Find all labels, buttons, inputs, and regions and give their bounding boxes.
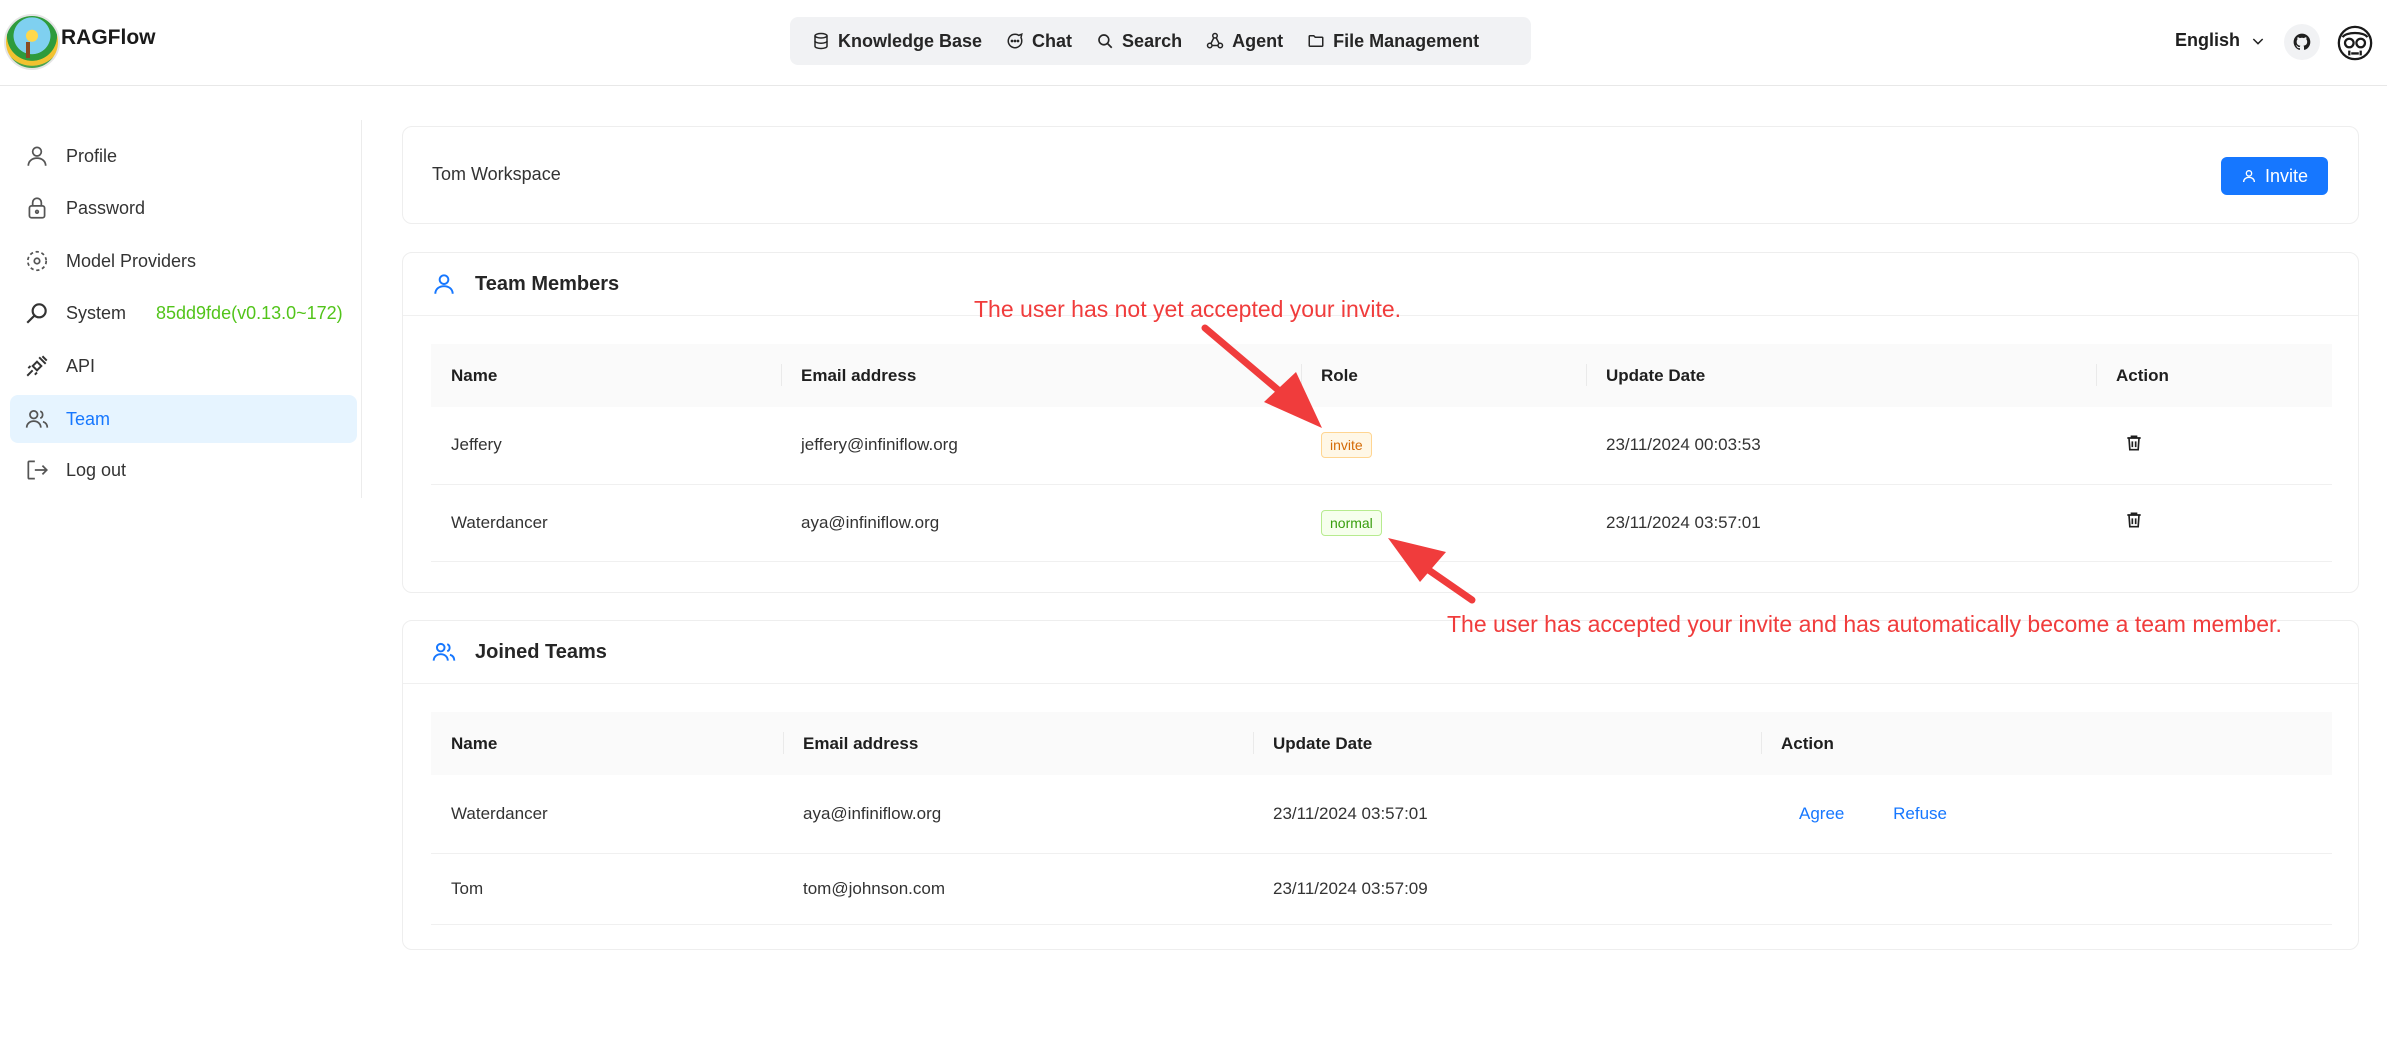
team-members-title: Team Members xyxy=(475,272,620,295)
user-icon xyxy=(434,274,454,294)
nav-search[interactable]: Search xyxy=(1086,21,1192,61)
column-header: Action xyxy=(2096,344,2332,407)
column-header: Update Date xyxy=(1253,712,1761,775)
column-header: Email address xyxy=(781,344,1301,407)
team-icon xyxy=(432,642,456,661)
github-button[interactable] xyxy=(2284,24,2320,60)
chevron-down-icon xyxy=(2252,37,2264,45)
nav-chat[interactable]: Chat xyxy=(996,21,1082,61)
team-name: Tom xyxy=(431,853,783,925)
github-icon xyxy=(2293,33,2311,50)
settings-sidebar: Profile Password Model Providers System … xyxy=(0,120,362,498)
joined-teams-table: Name Email address Update Date Action Wa… xyxy=(431,712,2332,925)
agree-link[interactable]: Agree xyxy=(1799,804,1844,823)
role-badge: invite xyxy=(1321,432,1372,459)
team-email: aya@infiniflow.org xyxy=(783,775,1253,854)
plug-icon xyxy=(26,355,48,377)
invite-button-label: Invite xyxy=(2264,165,2309,186)
model-providers-icon xyxy=(26,250,48,272)
sidebar-item-label: Profile xyxy=(66,145,118,166)
lock-icon xyxy=(28,197,46,219)
workspace-name: Tom Workspace xyxy=(432,164,561,184)
chat-bubble-icon xyxy=(1007,33,1023,49)
team-update-date: 23/11/2024 03:57:01 xyxy=(1253,775,1761,854)
sidebar-item-team[interactable]: Team xyxy=(10,395,357,443)
sidebar-item-api[interactable]: API xyxy=(10,342,357,390)
logout-icon xyxy=(27,460,48,480)
annotation-accepted: The user has accepted your invite and ha… xyxy=(1447,611,2282,637)
sidebar-item-label: Log out xyxy=(66,459,127,480)
language-selector[interactable]: English xyxy=(2175,30,2266,51)
top-navigation: Knowledge Base Chat Search Agent File Ma… xyxy=(790,17,1531,65)
column-header: Name xyxy=(431,712,783,775)
invite-button[interactable]: Invite xyxy=(2221,157,2328,195)
agent-graph-icon xyxy=(1206,32,1224,49)
database-icon xyxy=(814,32,828,50)
app-name: RAGFlow xyxy=(61,26,156,49)
table-row: Waterdancer aya@infiniflow.org 23/11/202… xyxy=(431,775,2332,854)
sidebar-item-label: API xyxy=(66,355,96,376)
team-email: tom@johnson.com xyxy=(783,853,1253,925)
nav-knowledge-base-label: Knowledge Base xyxy=(838,30,983,51)
system-search-icon xyxy=(26,303,47,324)
team-name: Waterdancer xyxy=(431,775,783,854)
table-row: Waterdancer aya@infiniflow.org normal 23… xyxy=(431,484,2332,562)
sidebar-item-model-providers[interactable]: Model Providers xyxy=(10,237,357,285)
column-header: Email address xyxy=(783,712,1253,775)
sidebar-item-logout[interactable]: Log out xyxy=(10,446,357,494)
sidebar-item-label: Model Providers xyxy=(66,250,197,271)
nav-agent-label: Agent xyxy=(1232,30,1284,51)
team-members-table: Name Email address Role Update Date Acti… xyxy=(431,344,2332,562)
nav-file-management-label: File Management xyxy=(1333,30,1480,51)
column-header: Name xyxy=(431,344,781,407)
sidebar-item-label: System xyxy=(66,302,127,323)
team-icon xyxy=(25,410,49,428)
workspace-card: Tom Workspace Invite xyxy=(402,126,2359,224)
nav-knowledge-base[interactable]: Knowledge Base xyxy=(802,21,992,61)
refuse-link[interactable]: Refuse xyxy=(1893,804,1947,823)
team-update-date: 23/11/2024 03:57:09 xyxy=(1253,853,1761,925)
annotation-not-accepted: The user has not yet accepted your invit… xyxy=(974,296,1402,322)
table-row: Tom tom@johnson.com 23/11/2024 03:57:09 xyxy=(431,853,2332,925)
user-avatar[interactable] xyxy=(2336,24,2374,62)
app-root: RAGFlow Knowledge Base Chat Search Agent… xyxy=(0,0,2387,1052)
nav-file-management[interactable]: File Management xyxy=(1297,21,1489,61)
member-email: aya@infiniflow.org xyxy=(781,484,1301,562)
joined-teams-card: Joined Teams Name Email address Update D… xyxy=(402,620,2359,950)
sidebar-item-profile[interactable]: Profile xyxy=(10,132,357,180)
ragflow-logo-icon[interactable] xyxy=(4,14,60,70)
nav-search-label: Search xyxy=(1122,30,1183,51)
member-update-date: 23/11/2024 03:57:01 xyxy=(1586,484,2096,562)
member-name: Jeffery xyxy=(431,407,781,485)
user-icon xyxy=(27,146,47,166)
top-header: RAGFlow Knowledge Base Chat Search Agent… xyxy=(0,0,2387,86)
nav-agent[interactable]: Agent xyxy=(1196,21,1293,61)
member-name: Waterdancer xyxy=(431,484,781,562)
user-add-icon xyxy=(2242,170,2255,183)
column-header: Update Date xyxy=(1586,344,2096,407)
sidebar-item-password[interactable]: Password xyxy=(10,184,357,232)
delete-icon[interactable] xyxy=(2124,433,2144,453)
role-badge: normal xyxy=(1321,509,1382,536)
system-version: 85dd9fde(v0.13.0~172) xyxy=(156,303,343,323)
column-header: Role xyxy=(1301,344,1586,407)
joined-teams-title: Joined Teams xyxy=(475,640,607,663)
member-update-date: 23/11/2024 00:03:53 xyxy=(1586,407,2096,485)
folder-icon xyxy=(1308,35,1324,47)
language-label: English xyxy=(2175,30,2241,50)
search-icon xyxy=(1098,34,1113,49)
sidebar-item-label: Password xyxy=(66,197,146,218)
table-row: Jeffery jeffery@infiniflow.org invite 23… xyxy=(431,407,2332,485)
member-email: jeffery@infiniflow.org xyxy=(781,407,1301,485)
nav-chat-label: Chat xyxy=(1032,30,1073,51)
delete-icon[interactable] xyxy=(2124,510,2144,530)
column-header: Action xyxy=(1761,712,2332,775)
sidebar-item-label: Team xyxy=(66,408,111,429)
